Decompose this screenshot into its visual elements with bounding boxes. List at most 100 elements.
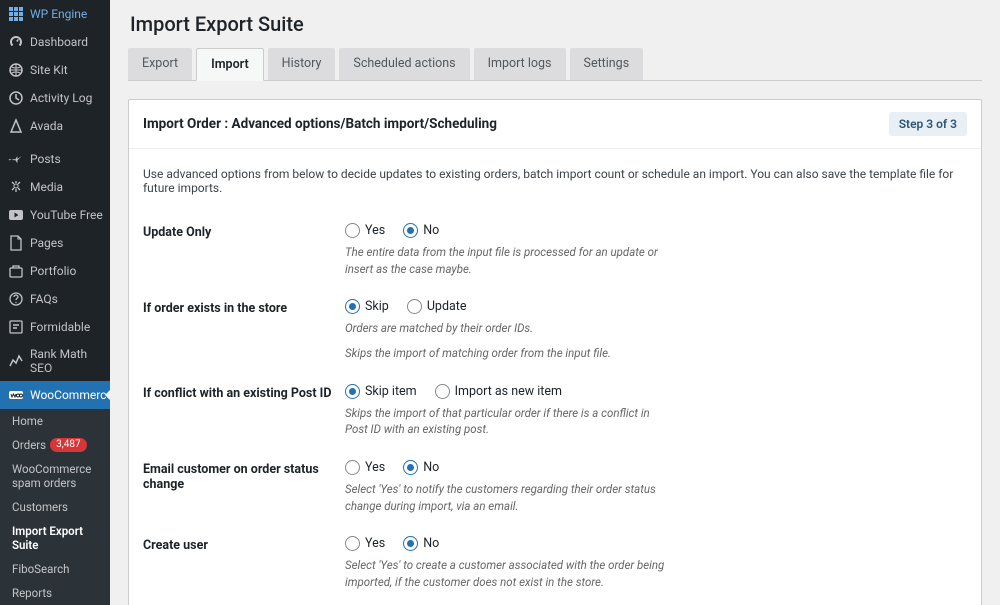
- radio-option-no[interactable]: No: [403, 223, 439, 238]
- option-help: Select 'Yes' to notify the customers reg…: [345, 481, 675, 514]
- option-controls: Yes No Select 'Yes' to notify the customer…: [345, 460, 675, 514]
- radio-option-skip[interactable]: Skip: [345, 299, 389, 314]
- radio-option-update[interactable]: Update: [407, 299, 467, 314]
- radio-label: No: [423, 460, 439, 475]
- option-controls: Yes No The entire data from the input file…: [345, 223, 675, 277]
- media-icon: [8, 179, 24, 195]
- sidebar-item-label: Media: [30, 180, 63, 194]
- main-content: Import Export Suite ExportImportHistoryS…: [110, 0, 1000, 605]
- sidebar-subitem-label: Reports: [12, 586, 52, 600]
- sidebar-item-label: FAQs: [30, 292, 58, 306]
- sidebar-item-pages[interactable]: Pages: [0, 229, 110, 257]
- sidebar-item-faqs[interactable]: FAQs: [0, 285, 110, 313]
- option-help: Orders are matched by their order IDs.: [345, 320, 675, 337]
- sidebar-item-activity-log[interactable]: Activity Log: [0, 84, 110, 112]
- portfolio-icon: [8, 263, 24, 279]
- option-help: The entire data from the input file is p…: [345, 244, 675, 277]
- sidebar-subitem-customers[interactable]: Customers: [0, 495, 110, 519]
- panel-description: Use advanced options from below to decid…: [143, 167, 967, 195]
- sidebar-subitem-home[interactable]: Home: [0, 409, 110, 433]
- admin-sidebar: WP Engine Dashboard Site Kit Activity Log Av…: [0, 0, 110, 605]
- radio-circle: [403, 223, 418, 238]
- badge: 3,487: [50, 438, 86, 452]
- sidebar-subitem-label: WooCommerce spam orders: [12, 462, 102, 490]
- radio-option-no[interactable]: No: [403, 536, 439, 551]
- radio-option-yes[interactable]: Yes: [345, 460, 385, 475]
- clock-icon: [8, 90, 24, 106]
- radio-label: Import as new item: [455, 384, 562, 399]
- option-controls: Skip Update Orders are matched by their or…: [345, 299, 675, 361]
- option-row: Create userYesNoSelect 'Yes' to create a…: [143, 528, 967, 604]
- radio-label: Yes: [365, 460, 385, 475]
- sidebar-item-media[interactable]: Media: [0, 173, 110, 201]
- radio-circle: [435, 384, 450, 399]
- faq-icon: [8, 291, 24, 307]
- sidebar-item-label: Avada: [30, 119, 63, 133]
- radio-label: Yes: [365, 223, 385, 238]
- radio-label: No: [423, 536, 439, 551]
- sidebar-item-label: Pages: [30, 236, 63, 250]
- sidebar-item-label: Posts: [30, 152, 61, 166]
- sidebar-subitem-orders[interactable]: Orders3,487: [0, 433, 110, 457]
- sidebar-item-avada[interactable]: Avada: [0, 112, 110, 140]
- radio-group: Yes No: [345, 536, 675, 551]
- sidebar-item-label: Formidable: [30, 320, 90, 334]
- panel-header: Import Order : Advanced options/Batch im…: [129, 100, 981, 149]
- step-badge: Step 3 of 3: [889, 112, 967, 136]
- radio-label: Skip: [365, 299, 389, 314]
- tab-settings[interactable]: Settings: [570, 48, 644, 80]
- sidebar-item-label: WooCommerce: [30, 388, 110, 402]
- gauge-icon: [8, 34, 24, 50]
- sitekit-icon: [8, 62, 24, 78]
- option-row: If conflict with an existing Post IDSkip…: [143, 376, 967, 452]
- panel-title: Import Order : Advanced options/Batch im…: [143, 116, 497, 132]
- radio-group: Yes No: [345, 460, 675, 475]
- radio-circle: [345, 299, 360, 314]
- sidebar-subitem-import-export-suite[interactable]: Import Export Suite: [0, 519, 110, 557]
- sidebar-subitem-woocommerce-spam-orders[interactable]: WooCommerce spam orders: [0, 457, 110, 495]
- sidebar-item-label: Rank Math SEO: [30, 347, 104, 375]
- tab-export[interactable]: Export: [128, 48, 192, 80]
- sidebar-item-woocommerce[interactable]: WooCommerce: [0, 381, 110, 409]
- option-controls: YesNoSelect 'Yes' to create a customer a…: [345, 536, 675, 590]
- option-row: Update OnlyYesNoThe entire data from the…: [143, 215, 967, 291]
- sidebar-item-rank-math-seo[interactable]: Rank Math SEO: [0, 341, 110, 381]
- radio-group: Skip Update: [345, 299, 675, 314]
- sidebar-item-formidable[interactable]: Formidable: [0, 313, 110, 341]
- tab-history[interactable]: History: [268, 48, 336, 80]
- sidebar-item-posts[interactable]: Posts: [0, 145, 110, 173]
- sidebar-item-portfolio[interactable]: Portfolio: [0, 257, 110, 285]
- option-label: If order exists in the store: [143, 299, 345, 316]
- sidebar-item-label: Site Kit: [30, 63, 68, 77]
- option-row: Email customer on order status changeYes…: [143, 452, 967, 528]
- sidebar-subitem-label: FiboSearch: [12, 562, 70, 576]
- tab-scheduled-actions[interactable]: Scheduled actions: [339, 48, 469, 80]
- sidebar-subitem-label: Home: [12, 414, 43, 428]
- sidebar-item-label: WP Engine: [30, 7, 87, 21]
- radio-option-no[interactable]: No: [403, 460, 439, 475]
- radio-option-yes[interactable]: Yes: [345, 223, 385, 238]
- sidebar-item-site-kit[interactable]: Site Kit: [0, 56, 110, 84]
- radio-circle: [403, 536, 418, 551]
- sidebar-subitem-fibosearch[interactable]: FiboSearch: [0, 557, 110, 581]
- tab-import-logs[interactable]: Import logs: [474, 48, 566, 80]
- option-label: Create user: [143, 536, 345, 553]
- radio-label: Yes: [365, 536, 385, 551]
- radio-circle: [345, 460, 360, 475]
- radio-option-skip-item[interactable]: Skip item: [345, 384, 417, 399]
- sidebar-item-label: Activity Log: [30, 91, 92, 105]
- sidebar-item-wp-engine[interactable]: WP Engine: [0, 0, 110, 28]
- radio-group: Skip item Import as new item: [345, 384, 675, 399]
- sidebar-subitem-label: Import Export Suite: [12, 524, 102, 552]
- panel-body: Use advanced options from below to decid…: [129, 149, 981, 605]
- sidebar-subitem-reports[interactable]: Reports: [0, 581, 110, 605]
- radio-option-yes[interactable]: Yes: [345, 536, 385, 551]
- tab-import[interactable]: Import: [196, 48, 264, 81]
- formidable-icon: [8, 319, 24, 335]
- radio-option-import-as-new-item[interactable]: Import as new item: [435, 384, 562, 399]
- radio-group: Yes No: [345, 223, 675, 238]
- option-label: Email customer on order status change: [143, 460, 345, 492]
- option-help: Skips the import of that particular orde…: [345, 405, 675, 438]
- sidebar-item-dashboard[interactable]: Dashboard: [0, 28, 110, 56]
- sidebar-item-youtube-free[interactable]: YouTube Free: [0, 201, 110, 229]
